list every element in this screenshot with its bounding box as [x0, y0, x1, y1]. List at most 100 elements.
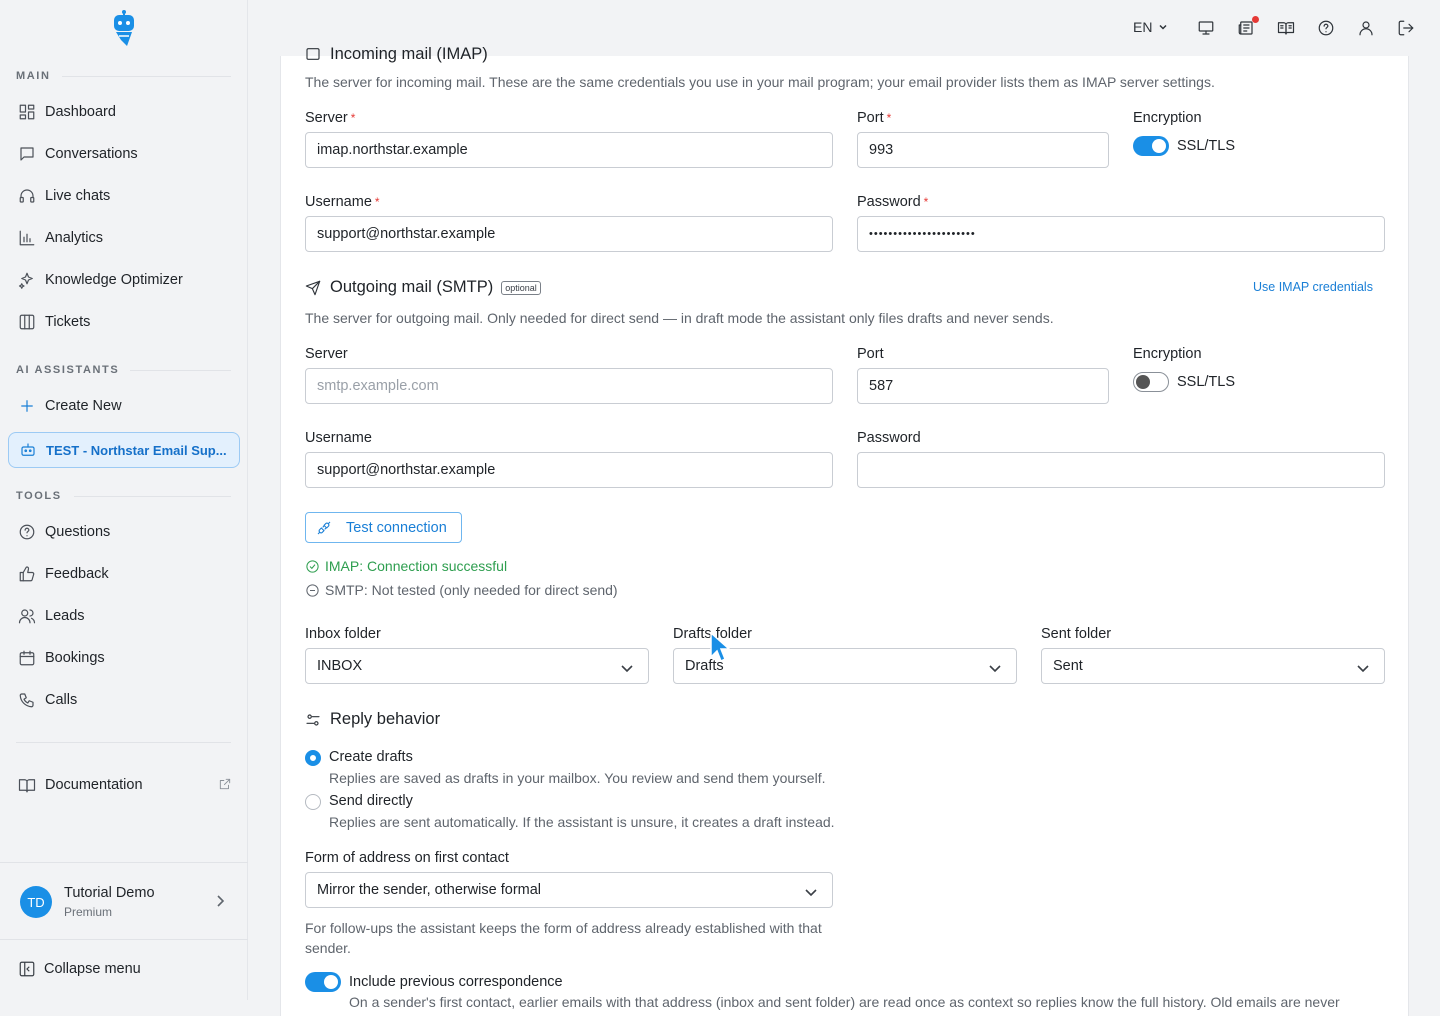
- form-of-address-label: Form of address on first contact: [305, 850, 509, 866]
- smtp-encryption-option: SSL/TLS: [1177, 374, 1236, 390]
- book-open-icon: [18, 776, 36, 794]
- sidebar-item-label: Documentation: [45, 777, 143, 793]
- chevron-down-icon: [805, 889, 817, 897]
- optional-badge: optional: [501, 280, 541, 295]
- divider: [16, 742, 231, 743]
- create-drafts-desc: Replies are saved as drafts in your mail…: [329, 770, 826, 786]
- imap-port-input[interactable]: 993: [857, 132, 1109, 168]
- sidebar-item-dashboard[interactable]: Dashboard: [8, 94, 240, 130]
- mailbox-settings-card: Incoming mail (IMAP) The server for inco…: [280, 45, 1409, 1016]
- smtp-username-input[interactable]: support@northstar.example: [305, 452, 833, 488]
- user-plan: Premium: [64, 905, 113, 919]
- bar-chart-icon: [18, 229, 36, 247]
- sidebar-item-calls[interactable]: Calls: [8, 682, 240, 718]
- robot-icon: [19, 441, 37, 459]
- include-correspondence-desc: On a sender's first contact, earlier ema…: [349, 994, 1340, 1010]
- smtp-description: The server for outgoing mail. Only neede…: [305, 310, 1054, 326]
- sidebar-item-analytics[interactable]: Analytics: [8, 220, 240, 256]
- imap-encryption-toggle[interactable]: [1133, 136, 1169, 156]
- sidebar-item-label: Bookings: [45, 650, 105, 666]
- sidebar-item-label: Questions: [45, 524, 111, 540]
- create-drafts-label: Create drafts: [329, 749, 413, 765]
- sidebar-item-leads[interactable]: Leads: [8, 598, 240, 634]
- form-of-address-select[interactable]: Mirror the sender, otherwise formal: [305, 872, 833, 908]
- notification-dot: [1252, 16, 1259, 23]
- sidebar-item-questions[interactable]: Questions: [8, 514, 240, 550]
- sent-folder-select[interactable]: Sent: [1041, 648, 1385, 684]
- robot-logo-icon[interactable]: [111, 10, 137, 48]
- test-connection-button[interactable]: Test connection: [305, 512, 462, 543]
- external-link-icon: [218, 777, 232, 795]
- imap-username-label: Username *: [305, 194, 380, 210]
- reply-behavior-title: Reply behavior: [305, 710, 440, 729]
- plus-icon: [18, 397, 36, 415]
- dashboard-icon: [18, 103, 36, 121]
- imap-password-input[interactable]: ••••••••••••••••••••••: [857, 216, 1385, 252]
- monitor-button[interactable]: [1196, 18, 1216, 38]
- user-icon: [1359, 21, 1373, 36]
- use-imap-credentials-link[interactable]: Use IMAP credentials: [1253, 280, 1373, 294]
- imap-username-input[interactable]: support@northstar.example: [305, 216, 833, 252]
- help-button[interactable]: [1316, 18, 1336, 38]
- imap-status: IMAP: Connection successful: [305, 558, 507, 574]
- book-open-icon: [1277, 22, 1295, 35]
- smtp-server-label: Server: [305, 346, 348, 362]
- plug-icon: [317, 521, 331, 534]
- sidebar-item-label: Knowledge Optimizer: [45, 272, 183, 288]
- sidebar-item-label: Calls: [45, 692, 78, 708]
- sidebar-item-knowledge-optimizer[interactable]: Knowledge Optimizer: [8, 262, 240, 298]
- smtp-server-input[interactable]: smtp.example.com: [305, 368, 833, 404]
- sidebar-item-live-chats[interactable]: Live chats: [8, 178, 240, 214]
- sidebar-item-label: Leads: [45, 608, 85, 624]
- help-circle-icon: [1318, 20, 1334, 36]
- sidebar-item-conversations[interactable]: Conversations: [8, 136, 240, 172]
- minus-circle-icon: [306, 583, 319, 597]
- smtp-username-label: Username: [305, 430, 372, 446]
- smtp-password-input[interactable]: [857, 452, 1385, 488]
- inbox-folder-select[interactable]: INBOX: [305, 648, 649, 684]
- smtp-encryption-label: Encryption: [1133, 346, 1202, 362]
- account-button[interactable]: [1356, 18, 1376, 38]
- avatar: TD: [20, 886, 52, 918]
- include-correspondence-toggle[interactable]: [305, 972, 341, 992]
- help-circle-icon: [18, 523, 36, 541]
- sidebar-item-documentation[interactable]: Documentation: [8, 767, 240, 803]
- sidebar-item-bookings[interactable]: Bookings: [8, 640, 240, 676]
- guide-button[interactable]: [1276, 18, 1296, 38]
- create-drafts-radio[interactable]: [305, 750, 321, 766]
- smtp-status: SMTP: Not tested (only needed for direct…: [305, 582, 618, 598]
- sidebar-item-tickets[interactable]: Tickets: [8, 304, 240, 340]
- sidebar-item-label: Conversations: [45, 146, 138, 162]
- section-heading-tools: TOOLS: [16, 490, 62, 502]
- sidebar-item-label: TEST - Northstar Email Sup...: [46, 442, 227, 458]
- imap-server-input[interactable]: imap.northstar.example: [305, 132, 833, 168]
- chevron-right-icon: [217, 895, 225, 907]
- sidebar-item-label: Live chats: [45, 188, 111, 204]
- smtp-section-title: Outgoing mail (SMTP) optional: [305, 278, 541, 297]
- logout-button[interactable]: [1396, 18, 1416, 38]
- smtp-password-label: Password: [857, 430, 921, 446]
- calendar-icon: [18, 649, 36, 667]
- form-of-address-help: For follow-ups the assistant keeps the f…: [305, 920, 822, 956]
- chevron-down-icon: [989, 665, 1001, 673]
- send-directly-radio[interactable]: [305, 794, 321, 810]
- language-label: EN: [1133, 19, 1153, 35]
- divider: [62, 76, 231, 77]
- sidebar-item-label: Feedback: [45, 566, 109, 582]
- sidebar-item-assistant-northstar[interactable]: TEST - Northstar Email Sup...: [8, 432, 240, 468]
- smtp-encryption-toggle[interactable]: [1133, 372, 1169, 392]
- imap-password-label: Password *: [857, 194, 929, 210]
- monitor-icon: [1198, 21, 1214, 35]
- check-circle-icon: [306, 559, 319, 573]
- sidebar-item-label: Analytics: [45, 230, 104, 246]
- chat-bubble-icon: [18, 145, 36, 163]
- user-profile-card[interactable]: TD Tutorial Demo Premium: [0, 862, 248, 940]
- language-selector[interactable]: EN: [1133, 19, 1168, 35]
- sidebar-item-create-new[interactable]: Create New: [8, 388, 240, 424]
- user-name: Tutorial Demo: [64, 885, 155, 901]
- news-button[interactable]: [1236, 16, 1259, 38]
- smtp-port-input[interactable]: 587: [857, 368, 1109, 404]
- send-icon: [305, 280, 321, 295]
- collapse-menu-button[interactable]: Collapse menu: [18, 960, 141, 978]
- sidebar-item-feedback[interactable]: Feedback: [8, 556, 240, 592]
